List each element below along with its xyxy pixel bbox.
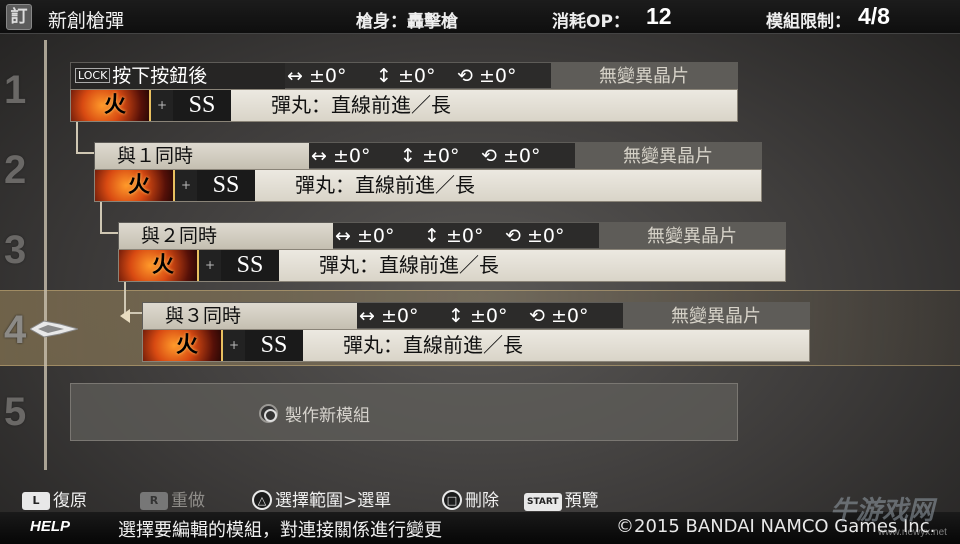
select-range-label: 選擇範圍>選單 [275, 491, 392, 511]
delete-hint[interactable]: □ 刪除 [442, 486, 499, 511]
lock-badge: LOCK [75, 68, 111, 83]
header-bar: 訂 新創槍彈 槍身：轟擊槍 消耗OP： 12 模組限制： 4/8 [0, 0, 960, 34]
row-number-2: 2 [4, 148, 27, 192]
gun-body-label: 槍身：轟擊槍 [356, 12, 458, 32]
module-row-1[interactable]: LOCK 按下按鈕後 ↔ ±0° ↕ ±0° ⟲ ±0° 無變異晶片 火 + SS… [70, 62, 738, 124]
module-settings-bar: 與３同時 ↔ ±0° ↕ ±0° ⟲ ±0° 無變異晶片 [142, 302, 810, 330]
module-row-3[interactable]: 與２同時 ↔ ±0° ↕ ±0° ⟲ ±0° 無變異晶片 火 + SS 彈丸：直… [118, 222, 786, 284]
op-cost-label: 消耗OP： [552, 12, 630, 32]
module-limit-value: 4/8 [858, 3, 890, 29]
vertical-angle[interactable]: ↕ ±0° [400, 143, 459, 170]
row-number-1: 1 [4, 68, 27, 112]
horizontal-angle[interactable]: ↔ ±0° [287, 63, 346, 90]
bullet-type: 彈丸：直線前進／長 [319, 253, 499, 277]
row-number-4: 4 [4, 308, 27, 352]
grade-badge: SS [173, 90, 231, 121]
horizontal-angle[interactable]: ↔ ±0° [335, 223, 394, 250]
connector-1-2 [76, 122, 94, 154]
mutation-chip[interactable]: 無變異晶片 [599, 223, 785, 250]
vertical-angle[interactable]: ↕ ±0° [424, 223, 483, 250]
preview-label: 預覽 [564, 491, 599, 511]
grade-badge: SS [221, 250, 279, 281]
connector-2-3 [100, 202, 118, 234]
rotation-angle[interactable]: ⟲ ±0° [529, 303, 588, 330]
trigger-condition[interactable]: 與１同時 [95, 143, 309, 170]
trigger-condition[interactable]: LOCK 按下按鈕後 [71, 63, 285, 90]
bullet-info-bar: 火 + SS 彈丸：直線前進／長 [142, 329, 810, 362]
delete-label: 刪除 [465, 491, 499, 511]
row-number-3: 3 [4, 228, 27, 272]
new-module-slot[interactable]: 製作新模組 [70, 383, 738, 441]
bullet-info-bar: 火 + SS 彈丸：直線前進／長 [118, 249, 786, 282]
bullet-type: 彈丸：直線前進／長 [271, 93, 451, 117]
module-rail [44, 40, 47, 470]
bullet-info-bar: 火 + SS 彈丸：直線前進／長 [70, 89, 738, 122]
preview-hint[interactable]: START 預覽 [524, 486, 599, 511]
l-button-icon: L [22, 492, 50, 510]
plus-icon: + [151, 90, 173, 121]
vertical-angle[interactable]: ↕ ±0° [448, 303, 507, 330]
grade-badge: SS [197, 170, 255, 201]
module-settings-bar: 與１同時 ↔ ±0° ↕ ±0° ⟲ ±0° 無變異晶片 [94, 142, 762, 170]
redo-label: 重做 [171, 491, 205, 511]
module-limit-label: 模組限制： [766, 12, 851, 32]
watermark-logo: 牛游戏网 [830, 496, 935, 526]
rotation-angle[interactable]: ⟲ ±0° [481, 143, 540, 170]
fire-element-icon: 火 [95, 170, 175, 201]
trigger-condition[interactable]: 與３同時 [143, 303, 357, 330]
mutation-chip[interactable]: 無變異晶片 [551, 63, 737, 90]
connector-arrow-icon [120, 309, 130, 323]
page-title: 新創槍彈 [48, 10, 125, 32]
undo-hint[interactable]: L 復原 [22, 486, 87, 511]
watermark-url: www.newyx.net [878, 527, 947, 538]
triangle-button-icon: △ [252, 490, 272, 510]
redo-hint[interactable]: R 重做 [140, 486, 205, 511]
square-button-icon: □ [442, 490, 462, 510]
help-bar: HELP 選擇要編輯的模組，對連接關係進行變更 ©2015 BANDAI NAM… [0, 512, 960, 544]
module-row-2[interactable]: 與１同時 ↔ ±0° ↕ ±0° ⟲ ±0° 無變異晶片 火 + SS 彈丸：直… [94, 142, 762, 204]
module-settings-bar: LOCK 按下按鈕後 ↔ ±0° ↕ ±0° ⟲ ±0° 無變異晶片 [70, 62, 738, 90]
op-cost-value: 12 [646, 3, 672, 29]
mutation-chip[interactable]: 無變異晶片 [575, 143, 761, 170]
help-message: 選擇要編輯的模組，對連接關係進行變更 [118, 520, 442, 541]
grade-badge: SS [245, 330, 303, 361]
mutation-chip[interactable]: 無變異晶片 [623, 303, 809, 330]
module-settings-bar: 與２同時 ↔ ±0° ↕ ±0° ⟲ ±0° 無變異晶片 [118, 222, 786, 250]
undo-label: 復原 [53, 491, 87, 511]
row-number-5: 5 [4, 390, 27, 434]
bullet-type: 彈丸：直線前進／長 [343, 333, 523, 357]
horizontal-angle[interactable]: ↔ ±0° [359, 303, 418, 330]
fire-element-icon: 火 [143, 330, 223, 361]
select-range-hint[interactable]: △ 選擇範圍>選單 [252, 486, 391, 511]
new-module-label: 製作新模組 [285, 406, 370, 426]
control-hints: L 復原 R 重做 △ 選擇範圍>選單 □ 刪除 START 預覽 [0, 480, 960, 514]
plus-icon: + [199, 250, 221, 281]
r-button-icon: R [140, 492, 168, 510]
bullet-type: 彈丸：直線前進／長 [295, 173, 475, 197]
circle-button-icon [259, 404, 278, 423]
trigger-condition[interactable]: 與２同時 [119, 223, 333, 250]
plus-icon: + [223, 330, 245, 361]
horizontal-angle[interactable]: ↔ ±0° [311, 143, 370, 170]
start-button-icon: START [524, 493, 562, 511]
help-label: HELP [30, 518, 71, 535]
rotation-angle[interactable]: ⟲ ±0° [457, 63, 516, 90]
module-row-4[interactable]: 與３同時 ↔ ±0° ↕ ±0° ⟲ ±0° 無變異晶片 火 + SS 彈丸：直… [142, 302, 810, 364]
trigger-label: 按下按鈕後 [112, 65, 208, 87]
vertical-angle[interactable]: ↕ ±0° [376, 63, 435, 90]
rotation-angle[interactable]: ⟲ ±0° [505, 223, 564, 250]
selection-cursor-icon [30, 320, 78, 338]
fire-element-icon: 火 [71, 90, 151, 121]
fire-element-icon: 火 [119, 250, 199, 281]
bullet-info-bar: 火 + SS 彈丸：直線前進／長 [94, 169, 762, 202]
plus-icon: + [175, 170, 197, 201]
bullet-editor-icon: 訂 [6, 4, 32, 30]
